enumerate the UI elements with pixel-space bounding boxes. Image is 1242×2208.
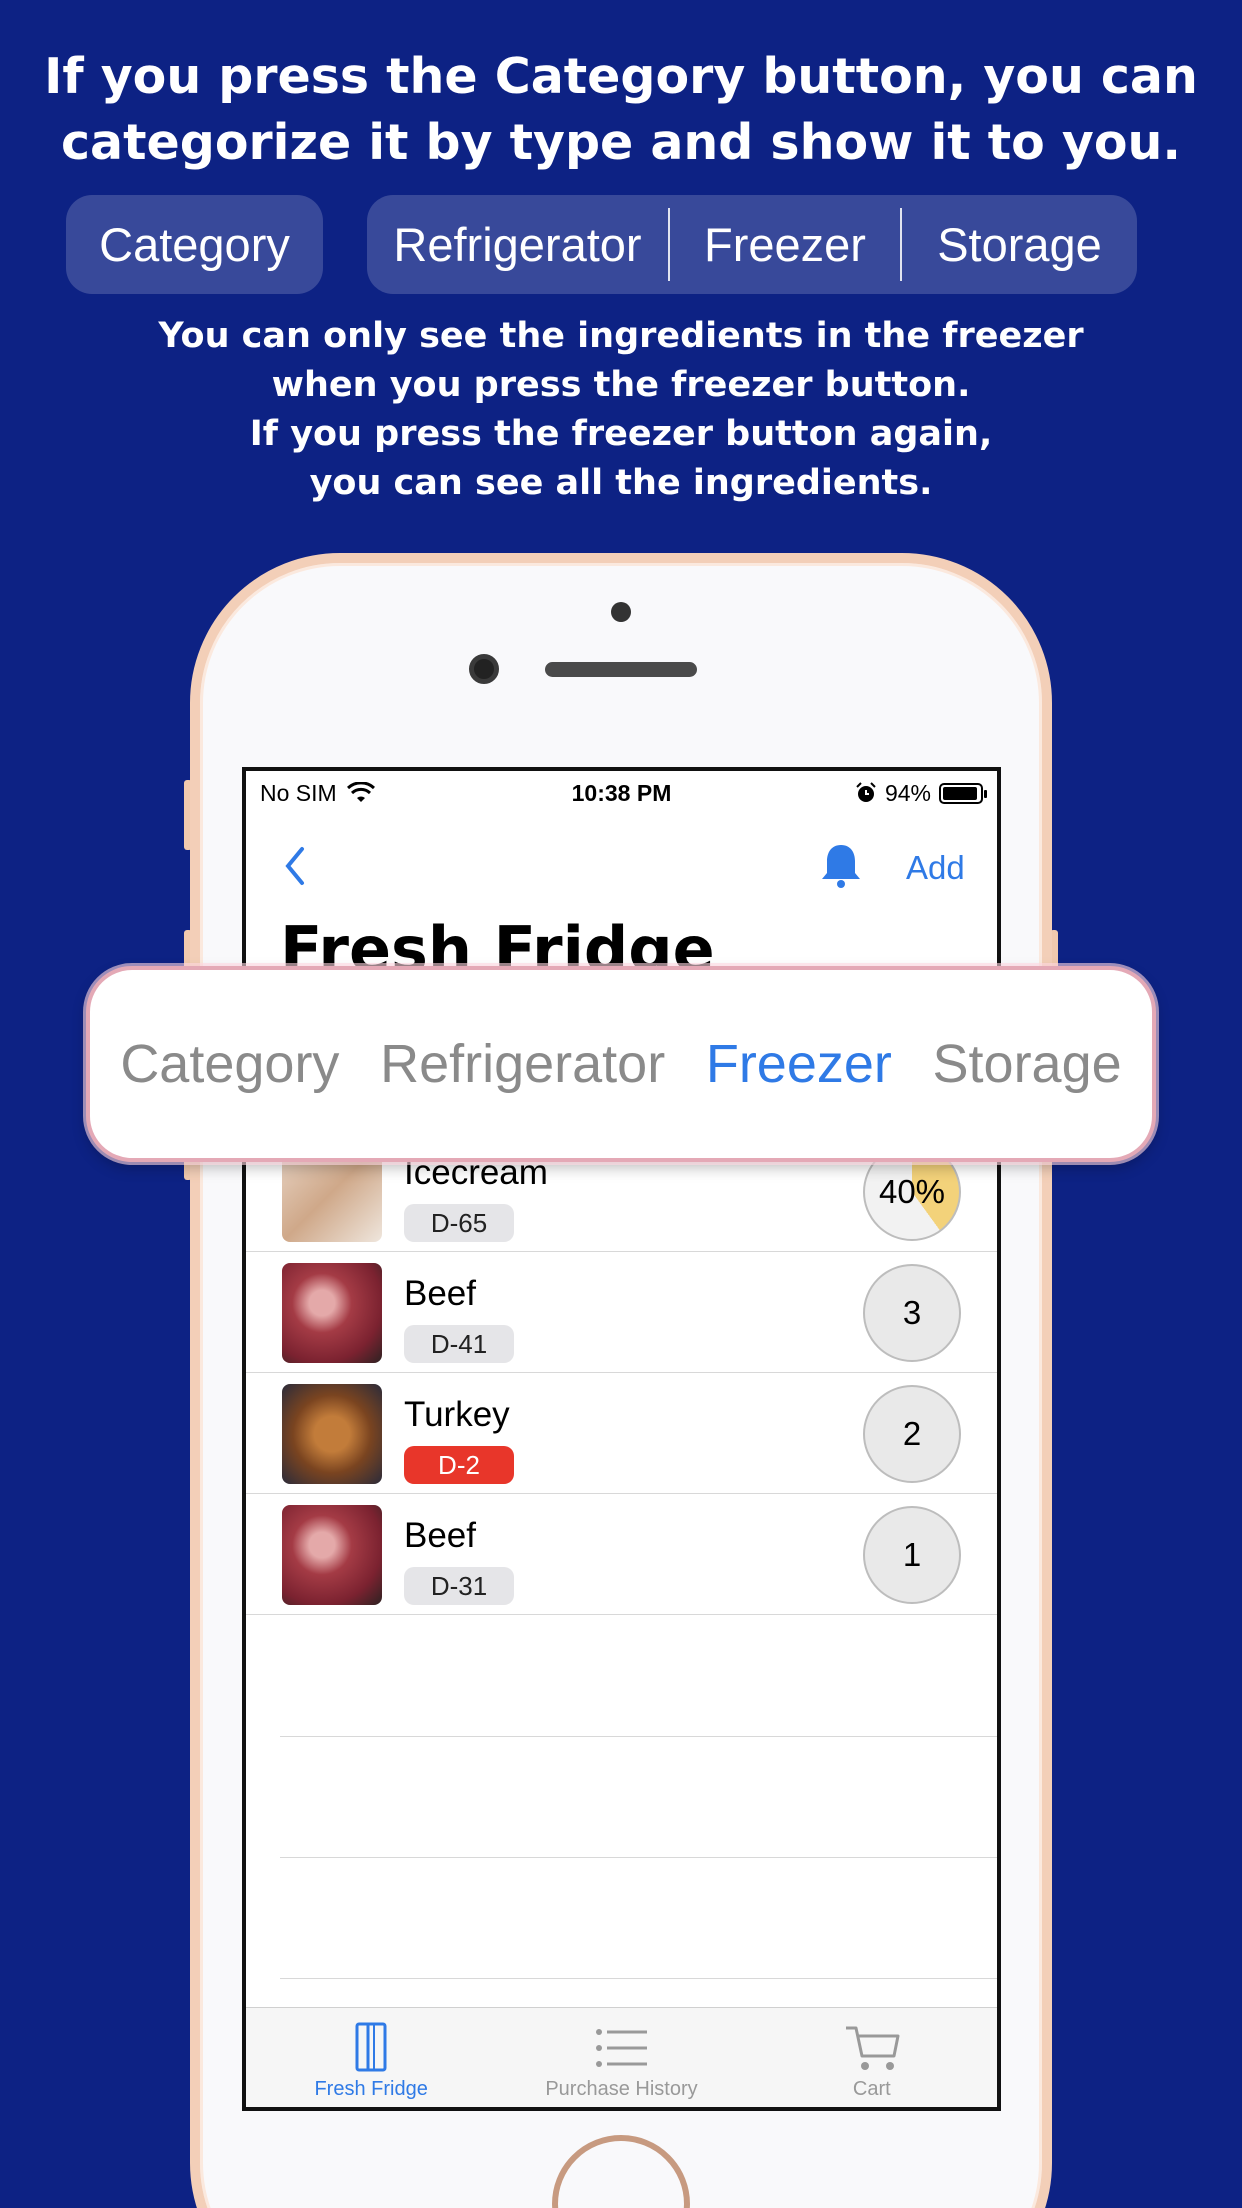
category-button-illustration: Category <box>66 195 323 294</box>
empty-row-divider <box>280 1857 997 1858</box>
segment-freezer: Freezer <box>670 195 900 294</box>
front-camera <box>469 654 499 684</box>
description-line-2: when you press the freezer button. <box>271 365 971 405</box>
battery-icon <box>939 782 987 804</box>
fridge-icon <box>355 2022 387 2072</box>
ingredient-name: Beef <box>404 1274 476 1313</box>
list-icon <box>596 2029 648 2067</box>
empty-row-divider <box>280 1736 997 1737</box>
quantity-circle: 2 <box>863 1385 961 1483</box>
ingredient-list: Icecream D-65 40% Beef D-41 3 Turkey D-2… <box>246 1131 997 1979</box>
tab-purchase-history-label: Purchase History <box>545 2078 698 2100</box>
dday-badge: D-2 <box>404 1446 514 1484</box>
navigation-bar: Add <box>246 831 997 901</box>
quantity-label: 40% <box>878 1173 946 1210</box>
back-chevron-icon[interactable] <box>276 841 316 891</box>
segment-freezer-label: Freezer <box>704 218 866 271</box>
segment-illustration: Refrigerator Freezer Storage <box>367 195 1137 294</box>
category-segment-zoom: Category Refrigerator Freezer Storage <box>86 966 1156 1162</box>
description-line-1: You can only see the ingredients in the … <box>158 316 1084 356</box>
tab-purchase-history[interactable]: Purchase History <box>496 2008 746 2107</box>
alarm-icon <box>856 782 876 802</box>
segment-storage-label: Storage <box>937 218 1102 271</box>
quantity-label: 2 <box>902 1415 922 1452</box>
status-bar: No SIM 10:38 PM 94% <box>246 771 997 815</box>
list-item[interactable]: Beef D-31 1 <box>246 1494 997 1615</box>
tab-bar: Fresh Fridge Purchase History Cart <box>246 2007 997 2107</box>
headline-line-2: categorize it by type and show it to you… <box>60 114 1181 171</box>
overlay-tab-refrigerator[interactable]: Refrigerator <box>380 1033 665 1095</box>
carrier-label: No SIM <box>260 779 337 806</box>
overlay-tab-category[interactable]: Category <box>120 1033 339 1095</box>
tab-fresh-fridge-label: Fresh Fridge <box>314 2078 428 2100</box>
dday-badge: D-65 <box>404 1204 514 1242</box>
earpiece-speaker <box>545 662 697 677</box>
quantity-circle: 1 <box>863 1506 961 1604</box>
headline-line-1: If you press the Category button, you ca… <box>44 48 1198 105</box>
dday-badge: D-31 <box>404 1567 514 1605</box>
segment-refrigerator: Refrigerator <box>367 195 668 294</box>
tab-cart[interactable]: Cart <box>747 2008 997 2107</box>
battery-level <box>943 786 977 800</box>
cart-icon <box>845 2026 900 2070</box>
dday-badge: D-41 <box>404 1325 514 1363</box>
wifi-icon <box>346 782 375 802</box>
overlay-tab-freezer[interactable]: Freezer <box>706 1033 892 1095</box>
ingredient-name: Beef <box>404 1516 476 1555</box>
battery-percent: 94% <box>884 779 931 806</box>
empty-row-divider <box>280 1978 997 1979</box>
ingredient-thumbnail <box>282 1505 382 1605</box>
tab-cart-label: Cart <box>852 2078 891 2100</box>
bell-icon[interactable] <box>816 841 866 891</box>
quantity-label: 3 <box>902 1294 922 1331</box>
add-button[interactable]: Add <box>906 849 965 887</box>
description: You can only see the ingredients in the … <box>0 312 1242 508</box>
category-button-label: Category <box>99 218 290 271</box>
ingredient-thumbnail <box>282 1384 382 1484</box>
quantity-label: 1 <box>902 1536 922 1573</box>
tab-fresh-fridge[interactable]: Fresh Fridge <box>246 2008 496 2107</box>
segment-refrigerator-label: Refrigerator <box>393 218 642 271</box>
list-item[interactable]: Beef D-41 3 <box>246 1252 997 1373</box>
list-item[interactable]: Turkey D-2 2 <box>246 1373 997 1494</box>
segment-storage: Storage <box>902 195 1137 294</box>
proximity-sensor <box>611 602 631 622</box>
description-line-4: you can see all the ingredients. <box>309 463 933 503</box>
overlay-tab-storage[interactable]: Storage <box>933 1033 1122 1095</box>
headline: If you press the Category button, you ca… <box>0 44 1242 176</box>
ingredient-name: Turkey <box>404 1395 510 1434</box>
ingredient-thumbnail <box>282 1263 382 1363</box>
quantity-circle: 3 <box>863 1264 961 1362</box>
description-line-3: If you press the freezer button again, <box>249 414 993 454</box>
